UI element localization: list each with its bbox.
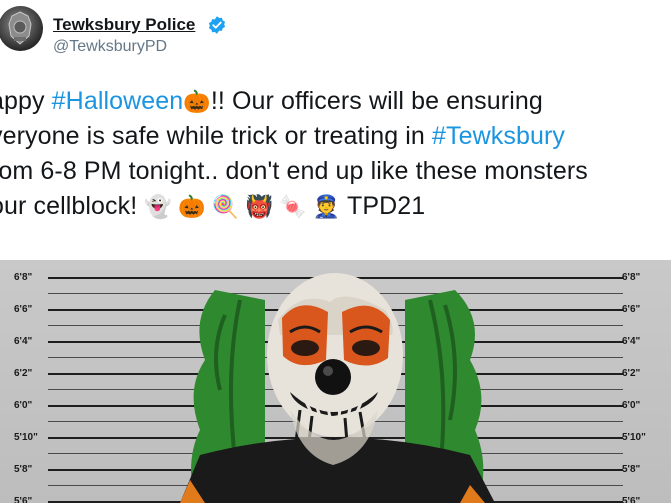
height-label-right: 6'0" (622, 400, 641, 411)
text-segment: appy (0, 87, 45, 115)
tweet-header: Tewksbury Police @TewksburyPD (0, 0, 671, 80)
tweet-media-photo[interactable]: 6'8" 6'8" 6'6" 6'6" 6'4" 6'4" 6'2" 6'2" 6'0" 6'0"… (0, 260, 671, 503)
hashtag-halloween-link[interactable]: #Halloween (52, 87, 184, 115)
text-segment: rom 6-8 PM tonight.. don't end up like t… (0, 157, 588, 185)
height-label-left: 6'2" (14, 368, 33, 379)
tweet-line: appy #Halloween🎃!! Our officers will be … (0, 84, 671, 119)
height-label-right: 6'2" (622, 368, 641, 379)
text-segment: our cellblock! (0, 192, 145, 220)
tweet-text: appy #Halloween🎃!! Our officers will be … (0, 84, 671, 224)
police-badge-icon (8, 11, 32, 45)
text-segment: !! Our officers will be ensuring (210, 87, 543, 115)
clown-mugshot-image (180, 273, 495, 503)
profile-avatar[interactable] (0, 6, 43, 51)
height-label-left: 5'10" (14, 432, 38, 443)
height-label-left: 5'6" (14, 496, 33, 503)
hashtag-tewksbury-link[interactable]: #Tewksbury (432, 122, 565, 150)
text-segment: TPD21 (340, 192, 426, 220)
text-segment: veryone is safe while trick or treating … (0, 122, 432, 150)
height-label-right: 6'4" (622, 336, 641, 347)
account-handle[interactable]: @TewksburyPD (53, 38, 167, 56)
height-label-right: 5'10" (622, 432, 646, 443)
tweet-line: rom 6-8 PM tonight.. don't end up like t… (0, 154, 671, 189)
tweet-line: veryone is safe while trick or treating … (0, 119, 671, 154)
height-label-left: 6'8" (14, 272, 33, 283)
verified-badge-icon (208, 16, 226, 34)
height-label-left: 6'0" (14, 400, 33, 411)
height-label-right: 6'6" (622, 304, 641, 315)
display-name[interactable]: Tewksbury Police (53, 15, 195, 35)
height-label-right: 6'8" (622, 272, 641, 283)
height-label-right: 5'6" (622, 496, 641, 503)
halloween-emojis-icon: 👻 🎃 🍭 👹 🍬 👮 (144, 194, 341, 219)
height-label-left: 6'6" (14, 304, 33, 315)
tweet-line: our cellblock! 👻 🎃 🍭 👹 🍬 👮 TPD21 (0, 189, 671, 224)
height-label-left: 5'8" (14, 464, 33, 475)
height-label-left: 6'4" (14, 336, 33, 347)
height-label-right: 5'8" (622, 464, 641, 475)
pumpkin-emoji-icon: 🎃 (183, 89, 211, 114)
